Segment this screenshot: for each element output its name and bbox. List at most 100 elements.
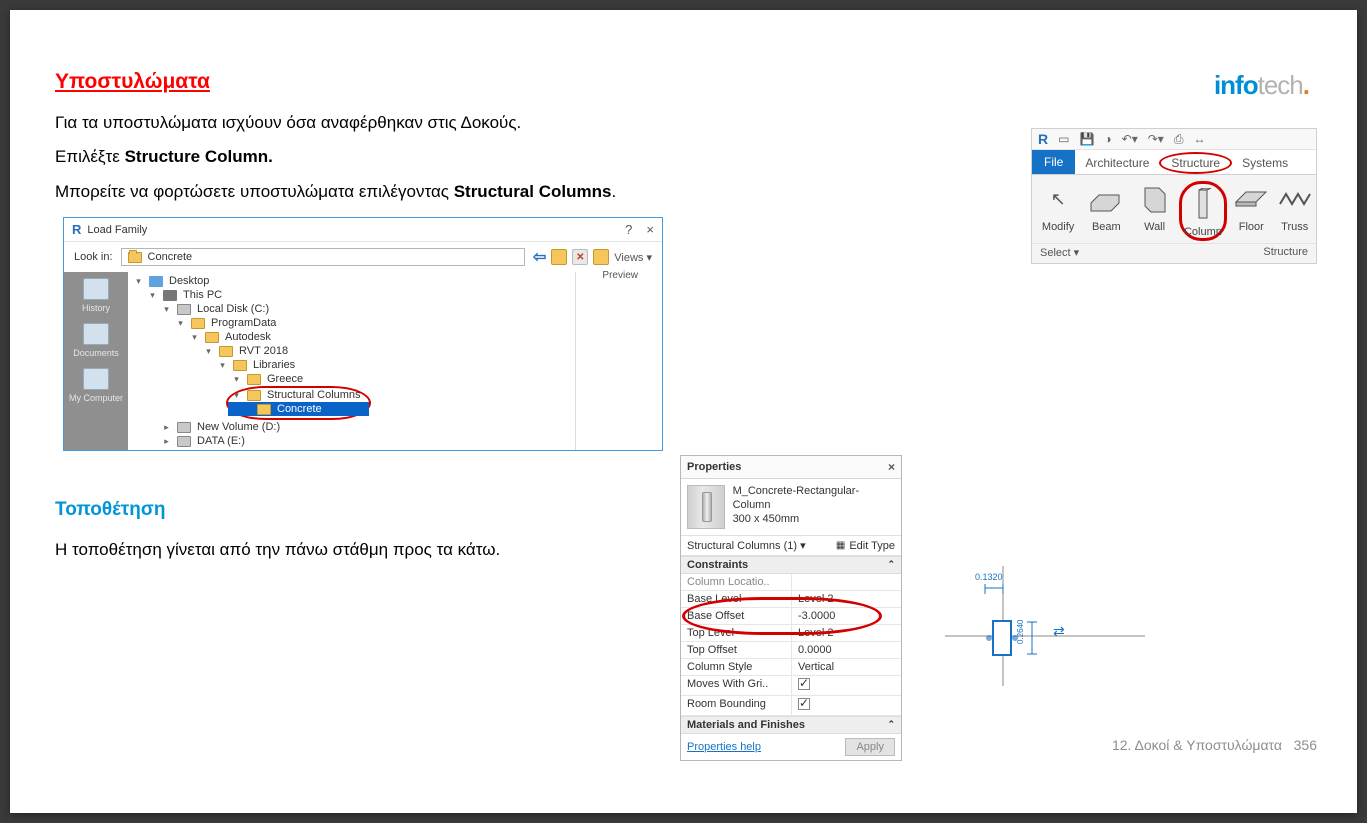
property-value[interactable] [791, 574, 901, 591]
measure-icon[interactable]: ↔ [1193, 132, 1205, 146]
property-value[interactable]: Vertical [791, 659, 901, 676]
lookin-field[interactable]: Concrete [121, 248, 525, 266]
tab-file[interactable]: File [1032, 150, 1075, 174]
close-icon[interactable]: × [646, 222, 654, 237]
property-row[interactable]: Base LevelLevel 2 [681, 591, 901, 608]
property-value[interactable] [791, 676, 901, 696]
tree-item[interactable]: ▾ RVT 2018 [128, 344, 575, 358]
new-folder-icon[interactable] [593, 249, 609, 265]
undo-icon[interactable]: ↶▾ [1122, 132, 1138, 146]
tree-toggle-icon[interactable]: ▾ [176, 318, 185, 329]
tree-item[interactable]: ▾This PC [128, 288, 575, 302]
tree-item[interactable]: ▾Greece [128, 372, 575, 386]
tree-toggle-icon[interactable]: ▸ [162, 436, 171, 447]
sidebar-item-mycomputer[interactable]: My Computer [64, 368, 128, 403]
property-row[interactable]: Column Locatio.. [681, 574, 901, 591]
para3-strong: Structural Columns [454, 182, 612, 201]
collapse-icon[interactable]: ⌃ [887, 719, 895, 730]
apply-button[interactable]: Apply [845, 738, 895, 756]
delete-icon[interactable]: ✕ [572, 249, 588, 265]
tab-structure[interactable]: Structure [1159, 152, 1232, 174]
tree-item[interactable]: ▾Local Disk (C:) [128, 302, 575, 316]
print-icon[interactable]: ⎙ [1174, 132, 1184, 147]
save-icon[interactable]: 💾 [1079, 132, 1094, 146]
sidebar-item-history[interactable]: History [64, 278, 128, 313]
tree-toggle-icon[interactable]: ▾ [134, 276, 143, 287]
tree-toggle-icon[interactable]: ▾ [162, 304, 171, 315]
tree-item[interactable]: ▾Autodesk [128, 330, 575, 344]
ribbon-truss[interactable]: Truss [1275, 181, 1314, 241]
grid-icon: ▦ [836, 540, 845, 551]
tree-toggle-icon[interactable]: ▾ [190, 332, 199, 343]
ribbon-beam[interactable]: Beam [1082, 181, 1130, 241]
tab-systems[interactable]: Systems [1232, 152, 1298, 174]
tree-toggle-icon[interactable]: ▾ [148, 290, 157, 301]
properties-type-header[interactable]: M_Concrete-Rectangular-Column 300 x 450m… [681, 479, 901, 536]
property-row[interactable]: Moves With Gri.. [681, 676, 901, 696]
property-value[interactable]: Level 2 [791, 591, 901, 608]
tree-highlight-block: ▾ Structural ColumnsConcrete [128, 386, 575, 420]
properties-selector-row: Structural Columns (1) ▾ ▦ Edit Type [681, 536, 901, 556]
tree-item[interactable]: ▸New Volume (D:) [128, 420, 575, 434]
tree-item-label: RVT 2018 [239, 345, 288, 357]
tree-item[interactable]: ▾ProgramData [128, 316, 575, 330]
para3-post: . [611, 182, 616, 201]
chevron-down-icon: ▾ [800, 540, 806, 552]
collapse-icon[interactable]: ⌃ [887, 559, 895, 570]
ribbon-floor[interactable]: Floor [1227, 181, 1275, 241]
preview-pane [576, 272, 662, 450]
help-icon[interactable]: ? [625, 222, 632, 237]
tree-item-concrete-selected[interactable]: Concrete [228, 402, 369, 416]
tree-item-label: Structural Columns [267, 389, 361, 401]
properties-footer: Properties help Apply [681, 734, 901, 760]
edit-type-button[interactable]: Edit Type [849, 540, 895, 552]
tree-toggle-icon[interactable]: ▾ [232, 390, 241, 401]
ribbon-truss-label: Truss [1275, 221, 1314, 233]
ribbon-modify[interactable]: Modify [1034, 181, 1082, 241]
properties-help-link[interactable]: Properties help [687, 741, 761, 753]
close-icon[interactable]: × [888, 460, 895, 474]
ribbon-select-menu[interactable]: Select ▾ [1040, 246, 1079, 259]
property-value[interactable]: Level 2 [791, 625, 901, 642]
tree-toggle-icon[interactable]: ▾ [204, 346, 213, 357]
up-folder-icon[interactable] [551, 249, 567, 265]
checkbox-icon[interactable] [798, 678, 810, 690]
open-icon[interactable]: ▭ [1058, 132, 1069, 146]
type-thumbnail [687, 485, 725, 529]
tree-item[interactable]: ▾Desktop [128, 274, 575, 288]
back-icon[interactable]: ⇦ [533, 247, 546, 267]
tree-toggle-icon[interactable]: ▸ [162, 422, 171, 433]
property-value[interactable] [791, 696, 901, 716]
column-icon [1185, 186, 1221, 222]
tree-toggle-icon[interactable]: ▾ [218, 360, 227, 371]
type-name: M_Concrete-Rectangular-Column 300 x 450m… [733, 485, 895, 526]
redo-icon[interactable]: ↷▾ [1148, 132, 1164, 146]
tree-item[interactable]: ▾Libraries [128, 358, 575, 372]
ribbon-column[interactable]: Column [1179, 181, 1227, 241]
column-placement-sketch: 0.1320 0.2640 ⇄ [945, 566, 1145, 686]
views-dropdown[interactable]: Views ▾ [614, 251, 652, 264]
property-row[interactable]: Room Bounding [681, 696, 901, 716]
property-value[interactable]: -3.0000 [791, 608, 901, 625]
property-row[interactable]: Top Offset0.0000 [681, 642, 901, 659]
preview-label: Preview [602, 270, 638, 281]
property-row[interactable]: Column StyleVertical [681, 659, 901, 676]
tab-architecture[interactable]: Architecture [1075, 152, 1159, 174]
ribbon-beam-label: Beam [1082, 221, 1130, 233]
property-row[interactable]: Base Offset-3.0000 [681, 608, 901, 625]
dialog-toolbar: Look in: Concrete ⇦ ✕ Views ▾ [64, 242, 662, 272]
sidebar-item-documents[interactable]: Documents [64, 323, 128, 358]
tree-toggle-icon[interactable]: ▾ [232, 374, 241, 385]
document-page: infotech. Υποστυλώματα Για τα υποστυλώμα… [10, 10, 1357, 813]
ribbon-wall[interactable]: Wall [1130, 181, 1178, 241]
property-row[interactable]: Top LevelLevel 2 [681, 625, 901, 642]
category-selector[interactable]: Structural Columns (1) ▾ [687, 539, 832, 552]
ribbon-floor-label: Floor [1227, 221, 1275, 233]
disk-icon [177, 304, 191, 315]
tree-item-structural-columns[interactable]: ▾ Structural Columns [232, 388, 361, 402]
page-footer: 12. Δοκοί & Υποστυλώματα 356 [1112, 737, 1317, 753]
tree-item[interactable]: ▸DATA (E:) [128, 434, 575, 448]
checkbox-icon[interactable] [798, 698, 810, 710]
sync-icon[interactable]: ◑ [1104, 132, 1111, 146]
property-value[interactable]: 0.0000 [791, 642, 901, 659]
